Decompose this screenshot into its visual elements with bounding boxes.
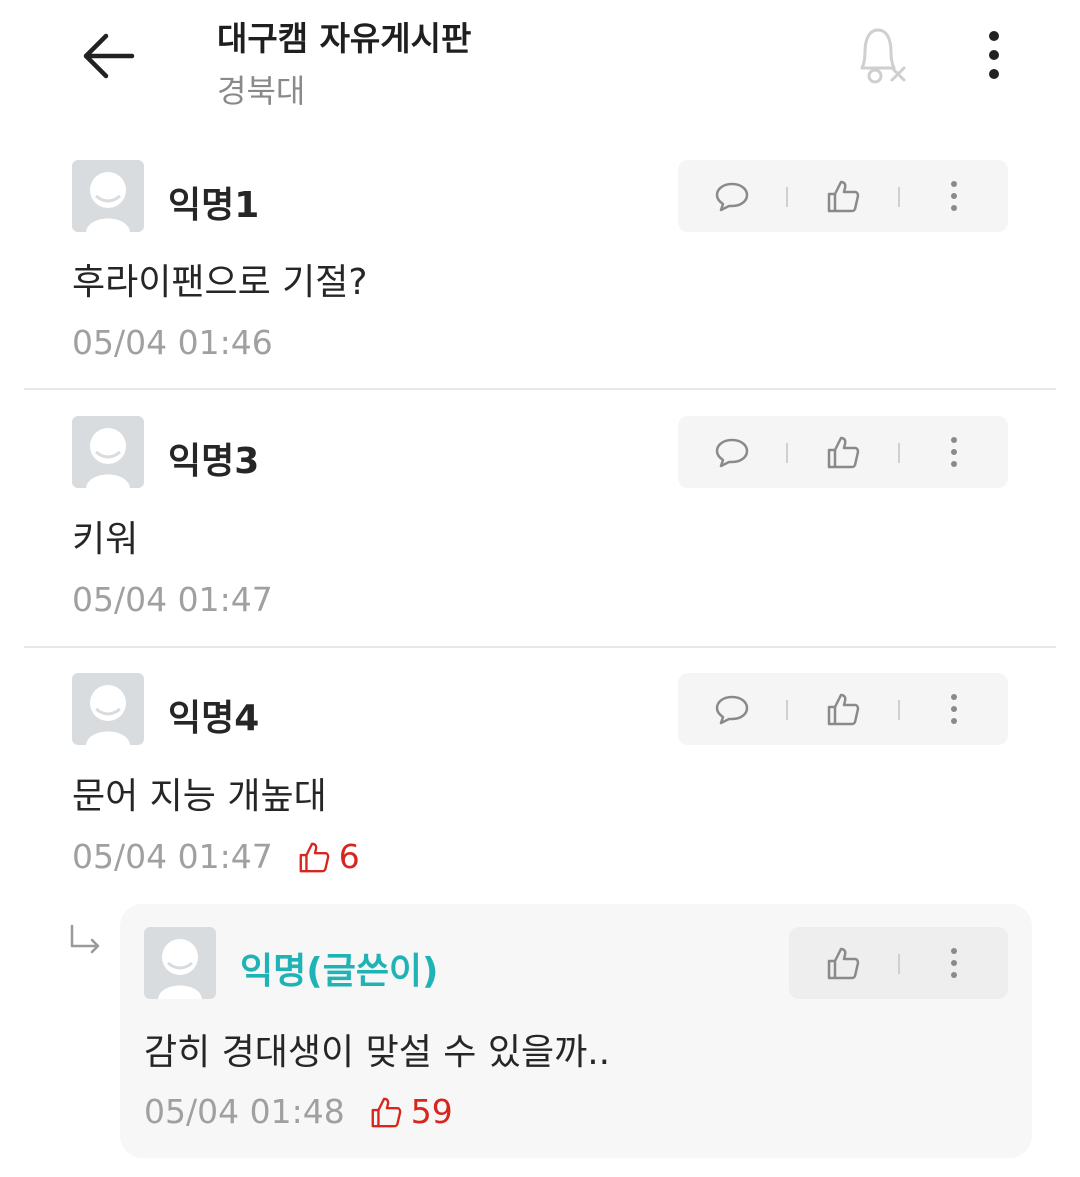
notifications-off-icon[interactable] [848, 24, 910, 86]
divider [898, 443, 900, 463]
reply-comment: 익명(글쓴이) 감히 경대생이 맞설 수 있을까.. 05/04 01:48 5… [120, 904, 1032, 1158]
thumbs-up-icon[interactable] [825, 691, 861, 727]
more-vertical-icon[interactable] [936, 434, 972, 470]
commenter-name: 익명3 [168, 441, 260, 482]
thumbs-up-icon[interactable] [825, 434, 861, 470]
comment-divider [24, 646, 1056, 648]
like-count: 59 [369, 1092, 453, 1131]
reply-actions [789, 927, 1008, 999]
top-bar: 대구캠 자유게시판 경북대 [0, 0, 1080, 130]
avatar [72, 160, 144, 232]
comment-text: 문어 지능 개높대 [72, 776, 327, 817]
more-vertical-icon[interactable] [936, 178, 972, 214]
timestamp: 05/04 01:47 [72, 580, 273, 619]
thumbs-up-icon [299, 842, 330, 872]
divider [786, 700, 788, 720]
more-vertical-icon[interactable] [936, 945, 972, 981]
board-title: 대구캠 자유게시판 [217, 19, 472, 58]
comment-meta: 05/04 01:47 [72, 580, 273, 619]
thumbs-up-icon[interactable] [825, 178, 861, 214]
more-vertical-icon[interactable] [936, 691, 972, 727]
divider [898, 954, 900, 974]
divider [898, 700, 900, 720]
reply-arrow-icon [70, 924, 100, 954]
avatar [72, 416, 144, 488]
divider [786, 187, 788, 207]
like-count: 6 [297, 837, 360, 876]
comment-text: 후라이팬으로 기절? [72, 262, 368, 303]
back-arrow-icon[interactable] [78, 30, 138, 82]
comment-actions [678, 160, 1008, 232]
comment-actions [678, 673, 1008, 745]
school-name: 경북대 [217, 72, 306, 110]
comment-meta: 05/04 01:46 [72, 323, 273, 362]
thumbs-up-icon[interactable] [825, 945, 861, 981]
like-count-value: 59 [410, 1092, 453, 1131]
reply-icon[interactable] [714, 691, 750, 727]
avatar [72, 673, 144, 745]
like-count-value: 6 [338, 837, 360, 876]
timestamp: 05/04 01:46 [72, 323, 273, 362]
commenter-name: 익명1 [168, 185, 260, 226]
divider [898, 187, 900, 207]
more-options-icon[interactable] [978, 28, 1010, 82]
author-name: 익명(글쓴이) [240, 951, 439, 992]
comment-divider [24, 388, 1056, 390]
reply-icon[interactable] [714, 434, 750, 470]
timestamp: 05/04 01:47 [72, 837, 273, 876]
divider [786, 443, 788, 463]
comment-actions [678, 416, 1008, 488]
comment-text: 키워 [72, 519, 139, 560]
avatar [144, 927, 216, 999]
thumbs-up-icon [371, 1097, 402, 1127]
reply-meta: 05/04 01:48 59 [144, 1092, 453, 1131]
timestamp: 05/04 01:48 [144, 1092, 345, 1131]
reply-text: 감히 경대생이 맞설 수 있을까.. [144, 1032, 611, 1073]
comment-meta: 05/04 01:47 6 [72, 837, 360, 876]
reply-icon[interactable] [714, 178, 750, 214]
commenter-name: 익명4 [168, 698, 260, 739]
